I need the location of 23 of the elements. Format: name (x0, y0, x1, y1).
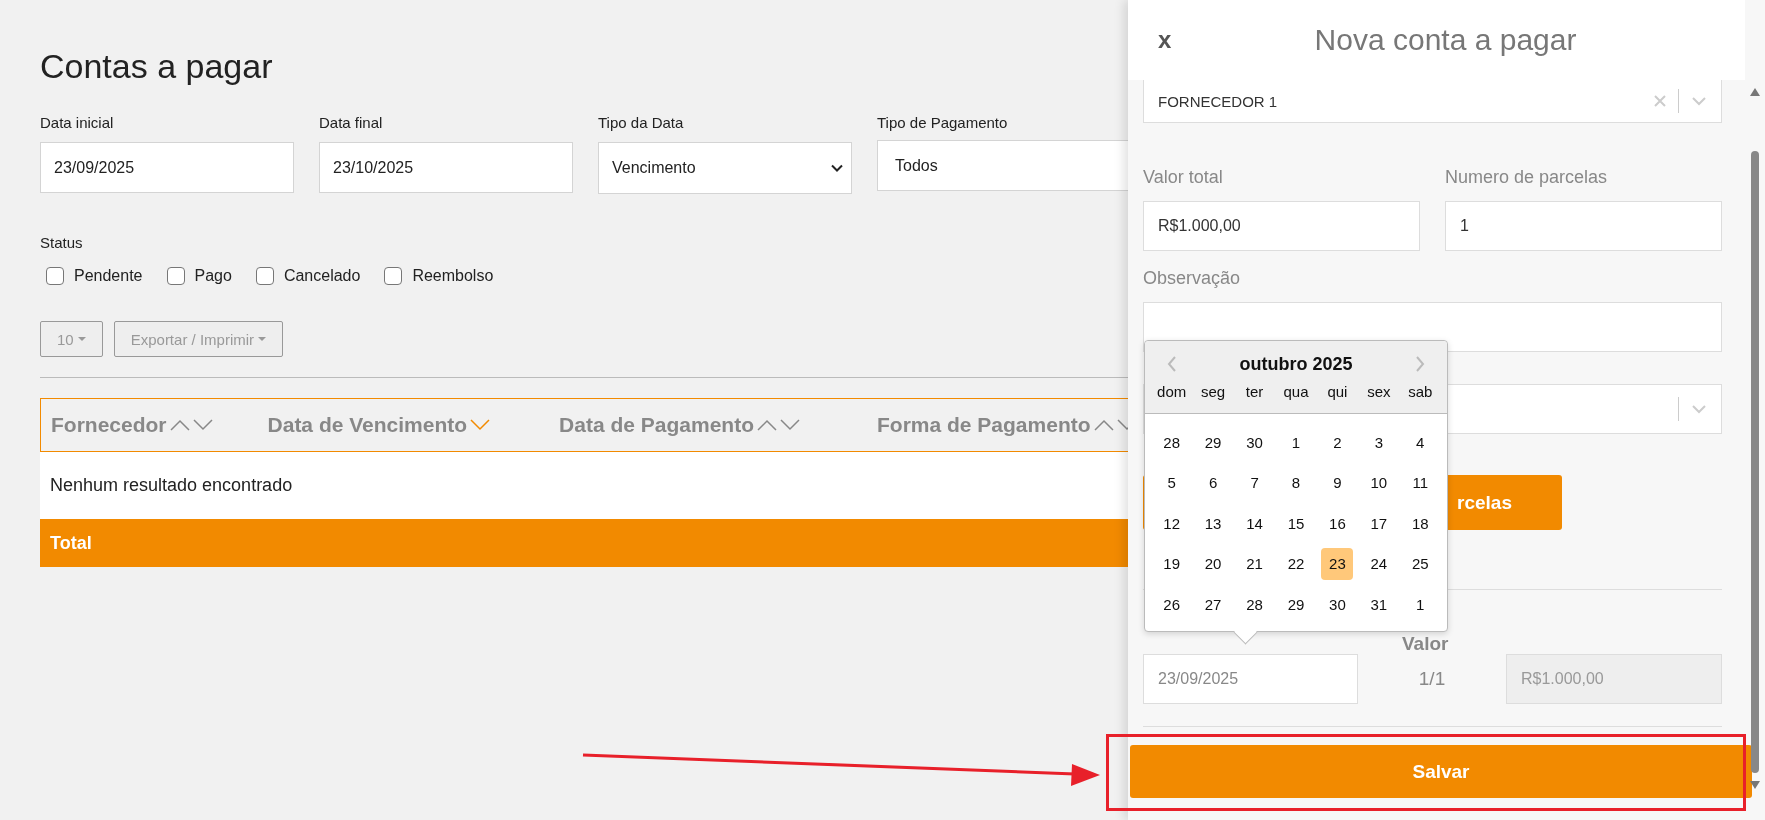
empty-message: Nenhum resultado encontrado (50, 475, 293, 496)
weekday-label: seg (1201, 383, 1226, 400)
field-label: Tipo de Pagamento (877, 114, 1009, 133)
amount-field: R$1.000,00 (1506, 654, 1722, 704)
field-label: Tipo da Data (598, 114, 685, 133)
weekday-label: ter (1245, 383, 1264, 400)
weekday-label: dom (1157, 383, 1187, 400)
weekday-label: sab (1408, 383, 1433, 400)
weekday-label: qua (1283, 383, 1309, 400)
month-title: outubro 2025 (1239, 353, 1353, 375)
field-label: Numero de parcelas (1445, 167, 1609, 189)
field-label: Valor total (1143, 167, 1224, 189)
weekday-label: qui (1327, 383, 1348, 400)
page-title: Contas a pagar (40, 46, 274, 86)
installment-number: 1/1 (1417, 668, 1447, 690)
total-label: Total (50, 532, 92, 554)
field-label: Observação (1143, 268, 1242, 290)
status-label: Status (40, 234, 84, 251)
panel-title: Nova conta a pagar (1314, 23, 1577, 57)
column-header: Valor (1402, 634, 1449, 654)
field-label: Data inicial (40, 114, 115, 133)
weekday-label: sex (1367, 383, 1391, 400)
field-label: Data final (319, 114, 384, 133)
